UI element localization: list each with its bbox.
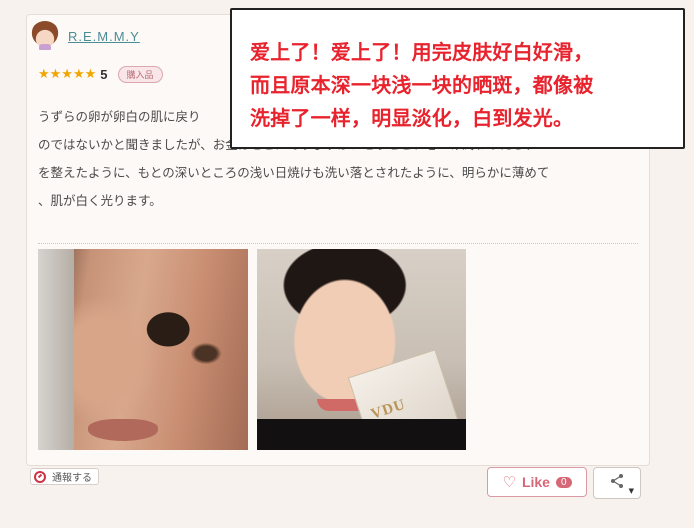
report-button[interactable]: 通報する [30,468,99,485]
mask-package-brand: VDU [369,396,408,423]
rating: ★★★★★ 5 購入品 [38,66,163,83]
translation-callout: 爱上了！爱上了！用完皮肤好白好滑， 而且原本深一块浅一块的晒斑，都像被 洗掉了一… [230,8,685,149]
like-label: Like [521,474,550,490]
report-icon [34,470,46,483]
report-label: 通報する [52,473,92,484]
review-line: 、肌が白く光ります。 [38,193,162,208]
chevron-down-icon: ▼ [628,487,634,495]
mask-package: VDU [347,349,466,450]
share-button[interactable]: ▼ [593,467,641,499]
review-line: を整えたように、もとの深いところの浅い日焼けも洗い落とされたように、明らかに薄め… [38,165,550,180]
divider [38,243,638,244]
share-icon [609,473,625,493]
star-rating: ★★★★★ [38,67,97,82]
after-photo[interactable]: VDU [257,249,466,450]
rating-score: 5 [100,67,108,82]
callout-line: 而且原本深一块浅一块的晒斑，都像被 [250,73,594,97]
avatar[interactable] [30,21,60,51]
callout-line: 洗掉了一样，明显淡化，白到发光。 [250,106,574,130]
callout-line: 爱上了！爱上了！用完皮肤好白好滑， [250,40,594,64]
like-button[interactable]: ♡ Like 0 [487,467,587,497]
like-count: 0 [555,476,572,488]
heart-icon: ♡ [502,473,516,491]
purchase-badge: 購入品 [117,66,163,83]
username-link[interactable]: R.E.M.M.Y [68,29,140,44]
reviewer: R.E.M.M.Y [30,20,140,52]
page: R.E.M.M.Y ★★★★★ 5 購入品 うずらの卵が卵白の肌に戻り のではな… [0,0,694,528]
before-photo[interactable] [38,249,248,450]
